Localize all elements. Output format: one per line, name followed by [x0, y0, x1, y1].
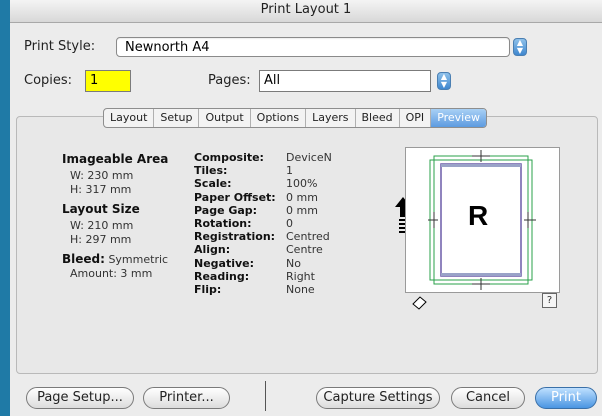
setting-label: Paper Offset: [194, 190, 276, 204]
setting-label: Negative: [194, 256, 255, 270]
tab-preview[interactable]: Preview [431, 109, 487, 127]
setting-label: Scale: [194, 177, 232, 191]
preview-area: R [405, 147, 560, 293]
bleed-amount: Amount: 3 mm [70, 267, 153, 280]
window-title: Print Layout 1 [10, 0, 602, 23]
setting-value: Centred [286, 230, 330, 244]
imageable-area-width: W: 230 mm [70, 169, 134, 182]
setting-label: Reading: [194, 269, 250, 283]
setting-label: Page Gap: [194, 203, 258, 217]
capture-settings-button[interactable]: Capture Settings [316, 387, 440, 409]
setting-label: Composite: [194, 151, 264, 164]
copies-field[interactable]: 1 [85, 70, 131, 92]
tab-output[interactable]: Output [199, 109, 251, 127]
setting-value: No [286, 256, 301, 270]
button-divider [265, 381, 266, 411]
help-button[interactable]: ? [542, 293, 557, 308]
imageable-area-height: H: 317 mm [70, 183, 132, 196]
print-style-popup[interactable]: Newnorth A4 [116, 37, 510, 57]
print-style-value: Newnorth A4 [125, 40, 210, 55]
setting-value: 0 mm [286, 203, 318, 217]
flip-page-icon[interactable] [410, 294, 430, 310]
setting-label: Align: [194, 243, 231, 257]
tab-bleed[interactable]: Bleed [356, 109, 400, 127]
setting-label: Rotation: [194, 217, 252, 230]
tab-setup[interactable]: Setup [154, 109, 200, 127]
imageable-area-title: Imageable Area [62, 152, 169, 166]
setting-value: DeviceN [286, 151, 332, 164]
pages-field[interactable]: All [259, 70, 431, 92]
setting-value: 0 [286, 217, 293, 230]
copies-label: Copies: [24, 73, 73, 88]
bleed-label: Bleed: [62, 252, 105, 266]
tab-layout[interactable]: Layout [104, 109, 155, 127]
setting-label: Registration: [194, 230, 276, 244]
page-setup-button[interactable]: Page Setup... [26, 387, 134, 409]
setting-value: None [286, 283, 315, 296]
printer-button[interactable]: Printer... [143, 387, 230, 409]
setting-label: Tiles: [194, 164, 228, 178]
setting-value: 0 mm [286, 190, 318, 204]
pages-stepper-icon[interactable]: ▲ ▼ [437, 72, 451, 90]
layout-size-title: Layout Size [62, 202, 140, 216]
setting-value: 100% [286, 177, 318, 191]
print-button[interactable]: Print [535, 387, 597, 409]
pages-label: Pages: [208, 73, 251, 88]
tab-opi[interactable]: OPI [400, 109, 432, 127]
bleed-row: Bleed: Symmetric [62, 252, 168, 267]
bleed-value: Symmetric [108, 253, 169, 266]
page-letter: R [468, 200, 489, 231]
print-dialog: Print Layout 1 Print Style: Newnorth A4 … [10, 0, 602, 416]
layout-size-height: H: 297 mm [70, 233, 132, 246]
setting-value: 1 [286, 164, 293, 178]
layout-size-width: W: 210 mm [70, 219, 134, 232]
tab-options[interactable]: Options [251, 109, 307, 127]
tab-bar: Layout Setup Output Options Layers Bleed… [103, 108, 488, 128]
print-style-stepper-icon[interactable]: ▲ ▼ [513, 38, 527, 56]
setting-value: Right [286, 269, 315, 283]
cancel-button[interactable]: Cancel [451, 387, 525, 409]
setting-label: Flip: [194, 283, 222, 296]
tab-layers[interactable]: Layers [306, 109, 356, 127]
print-style-label: Print Style: [24, 39, 96, 54]
setting-value: Centre [286, 243, 323, 257]
